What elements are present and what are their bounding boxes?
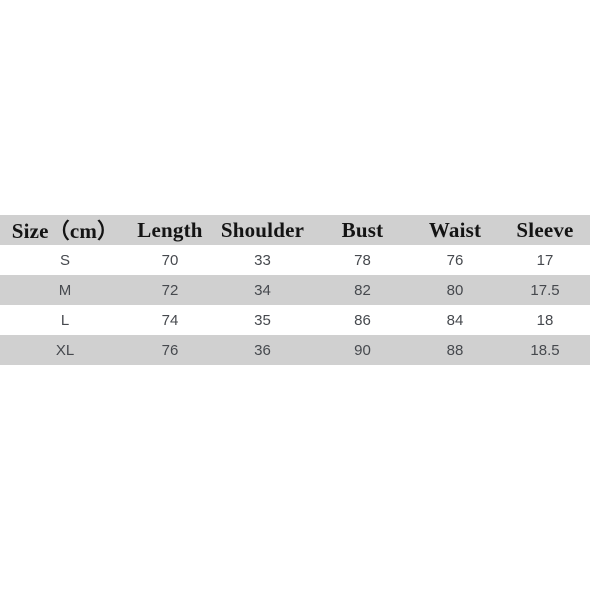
cell-shoulder: 34 (254, 281, 271, 299)
table-row: M 72 34 82 80 17.5 (0, 275, 590, 305)
cell-shoulder: 35 (254, 311, 271, 329)
cell-length: 76 (161, 341, 179, 359)
cell-waist: 76 (446, 251, 464, 269)
cell-bust: 86 (354, 311, 371, 329)
cell-size: L (60, 311, 70, 329)
column-header-sleeve: Sleeve (516, 217, 574, 242)
cell-sleeve: 18.5 (530, 341, 560, 359)
column-header-length: Length (137, 217, 203, 242)
cell-bust: 82 (354, 281, 371, 299)
cell-bust: 90 (354, 341, 371, 359)
size-chart-table: Size（cm） Length Shoulder Bust Waist Slee… (0, 215, 590, 365)
cell-size: S (59, 251, 70, 269)
cell-bust: 78 (354, 251, 371, 269)
cell-waist: 88 (446, 341, 464, 359)
cell-sleeve: 18 (536, 311, 554, 329)
size-chart-canvas: Size（cm） Length Shoulder Bust Waist Slee… (0, 0, 600, 600)
cell-sleeve: 17.5 (530, 281, 560, 299)
cell-shoulder: 36 (254, 341, 271, 359)
column-header-shoulder: Shoulder (220, 217, 305, 242)
table-row: XL 76 36 90 88 18.5 (0, 335, 590, 365)
cell-length: 70 (161, 251, 179, 269)
cell-shoulder: 33 (254, 251, 271, 269)
table-row: L 74 35 86 84 18 (0, 305, 590, 335)
column-header-bust: Bust (341, 217, 384, 242)
table-body: S 70 33 78 76 17 M 72 34 82 80 17.5 L 74… (0, 245, 590, 365)
column-header-size: Size（cm） (11, 219, 119, 243)
cell-sleeve: 17 (536, 251, 554, 269)
table-row: S 70 33 78 76 17 (0, 245, 590, 275)
table-header: Size（cm） Length Shoulder Bust Waist Slee… (0, 215, 590, 245)
cell-size: M (58, 281, 72, 299)
cell-waist: 80 (446, 281, 464, 299)
cell-length: 74 (161, 311, 179, 329)
column-header-waist: Waist (428, 217, 482, 242)
cell-waist: 84 (446, 311, 464, 329)
header-row: Size（cm） Length Shoulder Bust Waist Slee… (0, 215, 590, 245)
cell-length: 72 (161, 281, 179, 299)
cell-size: XL (55, 341, 75, 359)
